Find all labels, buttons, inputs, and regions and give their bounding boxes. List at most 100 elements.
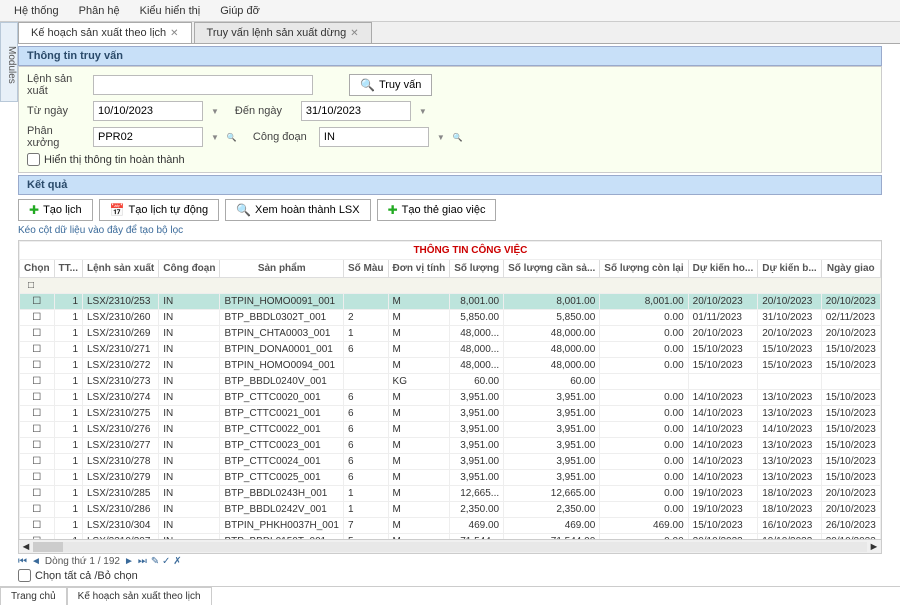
group-hint: Kéo cột dữ liệu vào đây để tạo bộ lọc xyxy=(18,225,882,236)
table-row[interactable]: ☐1LSX/2310/307INBTP_BBDL0150T_0015M71,54… xyxy=(20,534,883,541)
dropdown-icon[interactable]: ▼ xyxy=(437,133,445,142)
row-checkbox[interactable]: ☐ xyxy=(20,326,55,342)
column-header[interactable]: Sản phẩm xyxy=(220,260,344,278)
column-header[interactable]: Lệnh sản xuất xyxy=(83,260,159,278)
table-row[interactable]: ☐1LSX/2310/277INBTP_CTTC0023_0016M3,951.… xyxy=(20,438,883,454)
menu-module[interactable]: Phân hệ xyxy=(69,5,130,17)
table-row[interactable]: ☐1LSX/2310/272INBTPIN_HOMO0094_001M48,00… xyxy=(20,358,883,374)
close-icon[interactable]: ✕ xyxy=(350,28,358,39)
row-checkbox[interactable]: ☐ xyxy=(20,534,55,541)
table-row[interactable]: ☐1LSX/2310/260INBTP_BBDL0302T_0012M5,850… xyxy=(20,310,883,326)
table-row[interactable]: ☐1LSX/2310/269INBTPIN_CHTA0003_0011M48,0… xyxy=(20,326,883,342)
column-header[interactable]: Dự kiến b... xyxy=(758,260,821,278)
column-header[interactable]: Chọn xyxy=(20,260,55,278)
to-date-input[interactable] xyxy=(301,101,411,121)
workshop-input[interactable] xyxy=(93,127,203,147)
scroll-left-icon[interactable]: ◄ xyxy=(19,541,33,553)
tab-stopped[interactable]: Truy vấn lệnh sản xuất dừng✕ xyxy=(194,22,372,43)
tab-schedule[interactable]: Kế hoạch sản xuất theo lịch ✕ xyxy=(18,22,192,43)
grid-wrap[interactable]: THÔNG TIN CÔNG VIỆC THÔNG TIN NGUỒN LỰC … xyxy=(18,240,882,540)
dropdown-icon[interactable]: ▼ xyxy=(211,107,219,116)
menu-display[interactable]: Kiểu hiển thị xyxy=(130,5,211,17)
tabstrip: Kế hoạch sản xuất theo lịch ✕ Truy vấn lệ… xyxy=(18,22,900,44)
column-header[interactable]: Công đoạn xyxy=(159,260,220,278)
column-header[interactable]: Số Màu xyxy=(343,260,388,278)
select-all-text: Chọn tất cả /Bỏ chọn xyxy=(35,570,138,582)
column-header[interactable]: Số lượng cần sả... xyxy=(504,260,600,278)
menu-system[interactable]: Hệ thống xyxy=(4,5,69,17)
search-icon[interactable]: 🔍 xyxy=(453,133,463,142)
results-grid: THÔNG TIN CÔNG VIỆC THÔNG TIN NGUỒN LỰC … xyxy=(19,241,882,540)
column-header[interactable]: Số lượng xyxy=(450,260,504,278)
dropdown-icon[interactable]: ▼ xyxy=(211,133,219,142)
column-header[interactable]: Đơn vị tính xyxy=(388,260,450,278)
button-label: Tạo lịch tự động xyxy=(129,204,209,216)
table-row[interactable]: ☐1LSX/2310/271INBTPIN_DONA0001_0016M48,0… xyxy=(20,342,883,358)
search-icon[interactable]: 🔍 xyxy=(227,133,237,142)
column-header[interactable]: Ngày giao xyxy=(821,260,880,278)
row-checkbox[interactable]: ☐ xyxy=(20,390,55,406)
view-done-button[interactable]: 🔍Xem hoàn thành LSX xyxy=(225,199,371,221)
modules-side-tab[interactable]: Modules xyxy=(0,22,18,102)
row-checkbox[interactable]: ☐ xyxy=(20,518,55,534)
row-checkbox[interactable]: ☐ xyxy=(20,374,55,390)
row-checkbox[interactable]: ☐ xyxy=(20,310,55,326)
pager-next-icon[interactable]: ► xyxy=(124,556,134,567)
search-icon: 🔍 xyxy=(236,203,251,217)
status-tab-schedule[interactable]: Kế hoạch sản xuất theo lịch xyxy=(67,587,212,605)
table-row[interactable]: ☐1LSX/2310/279INBTP_CTTC0025_0016M3,951.… xyxy=(20,470,883,486)
row-checkbox[interactable]: ☐ xyxy=(20,502,55,518)
horizontal-scrollbar[interactable]: ◄ ► xyxy=(18,540,882,554)
query-button[interactable]: 🔍Truy vấn xyxy=(349,74,432,96)
pager-first-icon[interactable]: ⏮ xyxy=(18,556,27,567)
column-header[interactable]: TT... xyxy=(54,260,82,278)
row-checkbox[interactable]: ☐ xyxy=(20,486,55,502)
create-schedule-button[interactable]: ✚Tạo lịch xyxy=(18,199,93,221)
column-header[interactable]: Dự kiến ho... xyxy=(688,260,758,278)
select-all-label[interactable]: Chọn tất cả /Bỏ chọn xyxy=(18,569,882,582)
row-checkbox[interactable]: ☐ xyxy=(20,454,55,470)
table-row[interactable]: ☐1LSX/2310/275INBTP_CTTC0021_0016M3,951.… xyxy=(20,406,883,422)
table-row[interactable]: ☐1LSX/2310/274INBTP_CTTC0020_0016M3,951.… xyxy=(20,390,883,406)
button-label: Tạo thẻ giao việc xyxy=(402,204,486,216)
table-row[interactable]: ☐1LSX/2310/278INBTP_CTTC0024_0016M3,951.… xyxy=(20,454,883,470)
row-checkbox[interactable]: ☐ xyxy=(20,342,55,358)
filter-row-bar[interactable]: □ xyxy=(20,278,883,294)
pager-last-icon[interactable]: ⏭ xyxy=(138,556,147,567)
to-label: Đến ngày xyxy=(235,105,295,117)
workshop-label: Phân xưởng xyxy=(27,125,87,149)
table-row[interactable]: ☐1LSX/2310/276INBTP_CTTC0022_0016M3,951.… xyxy=(20,422,883,438)
status-tab-home[interactable]: Trang chủ xyxy=(0,587,67,605)
select-all-checkbox[interactable] xyxy=(18,569,31,582)
auto-schedule-button[interactable]: 📅Tạo lịch tự động xyxy=(99,199,219,221)
from-date-input[interactable] xyxy=(93,101,203,121)
row-checkbox[interactable]: ☐ xyxy=(20,422,55,438)
stage-input[interactable] xyxy=(319,127,429,147)
table-row[interactable]: ☐1LSX/2310/286INBTP_BBDL0242V_0011M2,350… xyxy=(20,502,883,518)
row-checkbox[interactable]: ☐ xyxy=(20,294,55,310)
column-header[interactable]: Ngày... xyxy=(880,260,882,278)
row-checkbox[interactable]: ☐ xyxy=(20,406,55,422)
row-checkbox[interactable]: ☐ xyxy=(20,358,55,374)
scroll-right-icon[interactable]: ► xyxy=(867,541,881,553)
pager-text: Dòng thứ 1 / 192 xyxy=(45,556,120,567)
table-row[interactable]: ☐1LSX/2310/253INBTPIN_HOMO0091_001M8,001… xyxy=(20,294,883,310)
table-row[interactable]: ☐1LSX/2310/304INBTPIN_PHKH0037H_0017M469… xyxy=(20,518,883,534)
create-jobcard-button[interactable]: ✚Tạo thẻ giao việc xyxy=(377,199,497,221)
show-done-checkbox[interactable] xyxy=(27,153,40,166)
close-icon[interactable]: ✕ xyxy=(170,28,178,39)
pager-prev-icon[interactable]: ◄ xyxy=(31,556,41,567)
filter-panel: Lệnh sản xuất 🔍Truy vấn Từ ngày ▼ Đến ng… xyxy=(18,66,882,173)
scroll-thumb[interactable] xyxy=(33,542,63,552)
scroll-track[interactable] xyxy=(33,542,867,552)
menu-help[interactable]: Giúp đỡ xyxy=(210,5,270,17)
table-row[interactable]: ☐1LSX/2310/285INBTP_BBDL0243H_0011M12,66… xyxy=(20,486,883,502)
row-checkbox[interactable]: ☐ xyxy=(20,438,55,454)
column-header[interactable]: Số lượng còn lại xyxy=(600,260,688,278)
row-checkbox[interactable]: ☐ xyxy=(20,470,55,486)
table-row[interactable]: ☐1LSX/2310/273INBTP_BBDL0240V_001KG60.00… xyxy=(20,374,883,390)
tab-label: Kế hoạch sản xuất theo lịch xyxy=(31,27,166,39)
dropdown-icon[interactable]: ▼ xyxy=(419,107,427,116)
pager-tools-icon[interactable]: ✎ ✓ ✗ xyxy=(151,556,182,567)
lsx-input[interactable] xyxy=(93,75,313,95)
